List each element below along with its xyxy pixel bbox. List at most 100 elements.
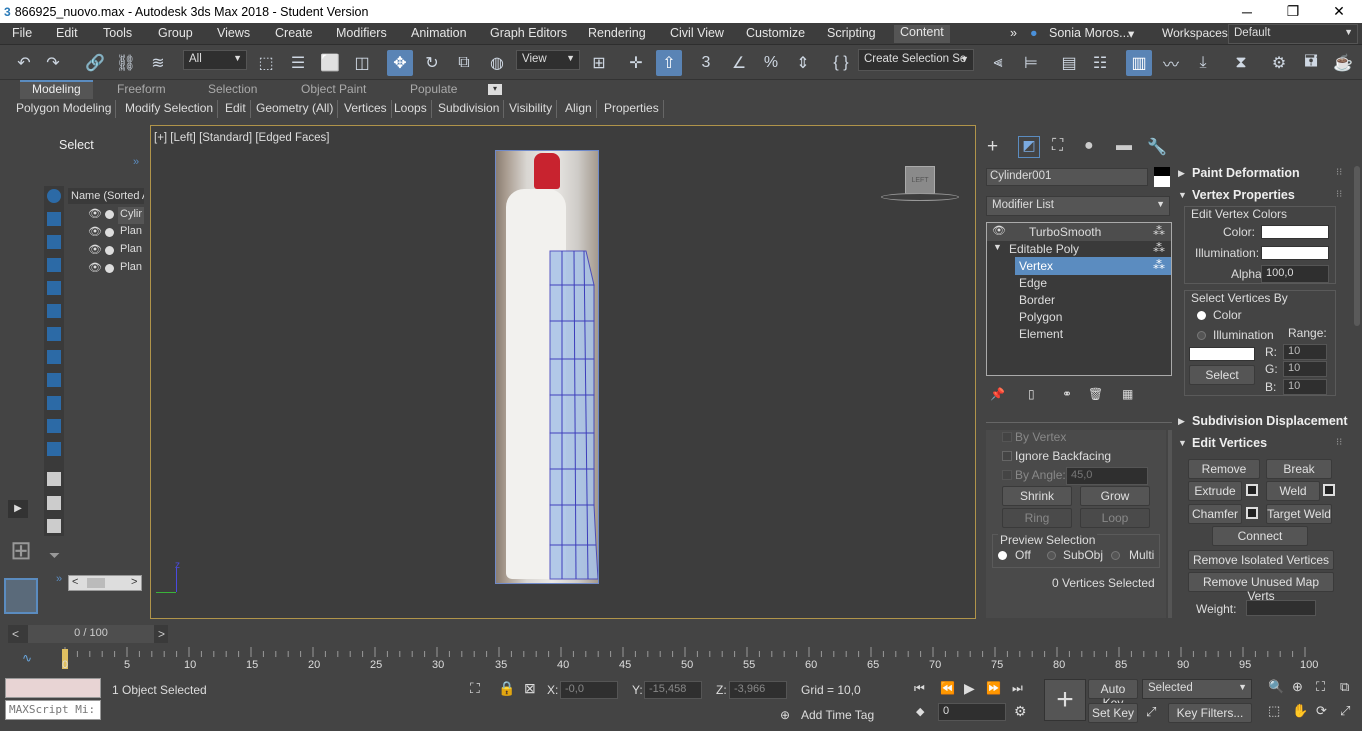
spinner-snap-icon[interactable]: ⇕ bbox=[790, 50, 816, 76]
select-and-move-icon[interactable]: ✥ bbox=[387, 50, 413, 76]
vertex-properties-collapse-icon[interactable]: ▼ bbox=[1178, 190, 1187, 200]
break-button[interactable]: Break bbox=[1266, 459, 1332, 479]
track-bar[interactable]: 0 5 10 15 20 25 30 35 40 45 50 55 60 65 … bbox=[62, 647, 1322, 673]
explorer-hscrollbar[interactable]: < > bbox=[68, 575, 142, 591]
motion-tab-icon[interactable]: ● bbox=[1084, 137, 1094, 155]
explorer-more-icon-bottom[interactable]: » bbox=[56, 573, 62, 585]
visibility-eye-icon[interactable]: 👁 bbox=[88, 243, 102, 256]
mirror-icon[interactable]: ⫷ bbox=[985, 50, 1011, 76]
scroll-right-icon[interactable]: > bbox=[131, 576, 137, 588]
maximize-button[interactable]: ❐ bbox=[1270, 0, 1316, 23]
align-icon[interactable]: ⊨ bbox=[1018, 50, 1044, 76]
weight-spinner[interactable] bbox=[1246, 600, 1316, 616]
list-item[interactable]: 👁 Plan bbox=[68, 260, 144, 278]
close-button[interactable]: ✕ bbox=[1316, 0, 1362, 23]
menu-group[interactable]: Group bbox=[158, 26, 193, 40]
b-spinner[interactable]: 10 bbox=[1283, 379, 1327, 395]
key-selection-set-dropdown[interactable]: Selected ▼ bbox=[1142, 679, 1252, 699]
time-slider-next-icon[interactable]: > bbox=[158, 627, 165, 641]
display-all-icon[interactable] bbox=[47, 472, 61, 486]
panel-scrollbar-left[interactable] bbox=[1168, 430, 1172, 618]
rollout-grip-icon[interactable]: ⁝⁝ bbox=[1336, 167, 1342, 178]
utilities-tab-icon[interactable]: 🔧 bbox=[1147, 137, 1167, 157]
target-weld-button[interactable]: Target Weld bbox=[1266, 504, 1332, 524]
zoom-extents-all-icon[interactable]: ⧉ bbox=[1340, 679, 1349, 695]
explorer-more-icon[interactable]: » bbox=[133, 156, 139, 168]
ribbon-geometry-all[interactable]: Geometry (All) bbox=[252, 100, 339, 118]
time-configuration-icon[interactable]: ⚙ bbox=[1014, 703, 1027, 720]
schematic-view-icon[interactable]: ⤓ bbox=[1190, 50, 1216, 76]
set-key-button[interactable]: Set Key bbox=[1088, 703, 1138, 723]
select-and-place-icon[interactable]: ◍ bbox=[484, 50, 510, 76]
scroll-left-icon[interactable]: < bbox=[72, 576, 78, 588]
stack-item-edge[interactable]: Edge bbox=[1019, 276, 1047, 290]
maximize-viewport-icon[interactable]: ⤢ bbox=[1340, 703, 1350, 719]
scene-explorer-toggle-icon[interactable]: ▤ bbox=[1056, 50, 1082, 76]
by-angle-checkbox[interactable] bbox=[1002, 470, 1012, 480]
bones-filter-icon[interactable] bbox=[47, 373, 61, 387]
minimize-button[interactable]: ─ bbox=[1224, 0, 1270, 23]
layer-explorer-icon[interactable]: ☷ bbox=[1087, 50, 1113, 76]
time-slider-thumb[interactable]: 0 / 100 bbox=[28, 625, 154, 643]
orbit-icon[interactable]: ⟳ bbox=[1316, 703, 1327, 719]
list-item[interactable]: 👁 Plan bbox=[68, 242, 144, 260]
time-tag-icon[interactable]: ⊕ bbox=[780, 708, 790, 722]
redo-icon[interactable]: ↷ bbox=[40, 50, 66, 76]
tab-selection[interactable]: Selection bbox=[208, 82, 257, 96]
remove-modifier-icon[interactable]: 🗑 bbox=[1088, 387, 1103, 401]
menu-content[interactable]: Content bbox=[894, 25, 950, 43]
mini-curve-editor-icon[interactable]: ∿ bbox=[22, 651, 32, 665]
play-icon[interactable]: ▶ bbox=[964, 680, 975, 697]
groups-filter-icon[interactable] bbox=[47, 327, 61, 341]
viewport-layout-selected[interactable] bbox=[4, 578, 38, 614]
zoom-icon[interactable]: 🔍 bbox=[1268, 679, 1284, 695]
selection-filter-dropdown[interactable]: All ▼ bbox=[183, 50, 247, 70]
named-selection-icon[interactable]: { } bbox=[828, 50, 854, 76]
edit-vertices-rollout[interactable]: Edit Vertices bbox=[1192, 436, 1267, 456]
viewport-label[interactable]: [+] [Left] [Standard] [Edged Faces] bbox=[154, 132, 329, 144]
display-none-icon[interactable] bbox=[47, 496, 61, 510]
ribbon-options-icon[interactable]: ▾ bbox=[488, 84, 502, 95]
ribbon-subdivision[interactable]: Subdivision bbox=[434, 100, 505, 118]
stack-options-icon[interactable]: ⁂ bbox=[1153, 258, 1165, 272]
add-time-tag[interactable]: Add Time Tag bbox=[801, 708, 874, 722]
configure-sets-icon[interactable]: ▦ bbox=[1122, 387, 1133, 401]
ribbon-loops[interactable]: Loops bbox=[390, 100, 432, 118]
viewport-layout-icon[interactable]: ⊞ bbox=[5, 535, 37, 567]
select-button[interactable]: Select bbox=[1189, 365, 1255, 385]
viewcube-ring[interactable] bbox=[881, 193, 959, 201]
ring-button[interactable]: Ring bbox=[1002, 508, 1072, 528]
menu-edit[interactable]: Edit bbox=[56, 26, 78, 40]
menu-more-icon[interactable]: » bbox=[1010, 26, 1017, 40]
xrefs-filter-icon[interactable] bbox=[47, 350, 61, 364]
menu-scripting[interactable]: Scripting bbox=[827, 26, 876, 40]
select-manipulate-icon[interactable]: ✛ bbox=[623, 50, 649, 76]
reference-image-plane[interactable] bbox=[495, 150, 599, 584]
menu-file[interactable]: File bbox=[12, 26, 32, 40]
show-end-result-icon[interactable]: ▯ bbox=[1028, 387, 1035, 401]
stack-item-vertex[interactable]: Vertex ⁂ bbox=[1015, 257, 1171, 275]
selection-lock-icon[interactable]: 🔒 bbox=[498, 680, 515, 697]
edit-vertices-collapse-icon[interactable]: ▼ bbox=[1178, 438, 1187, 448]
stack-item-border[interactable]: Border bbox=[1019, 293, 1055, 307]
angle-snap-icon[interactable]: ∠ bbox=[726, 50, 752, 76]
tab-modeling[interactable]: Modeling bbox=[20, 80, 93, 99]
stack-options-icon[interactable]: ⁂ bbox=[1153, 224, 1165, 238]
hierarchy-tab-icon[interactable]: ⛶ bbox=[1052, 137, 1063, 155]
chamfer-button[interactable]: Chamfer bbox=[1188, 504, 1242, 524]
paint-deformation-rollout[interactable]: Paint Deformation bbox=[1192, 166, 1300, 186]
reference-coordinate-dropdown[interactable]: View ▼ bbox=[516, 50, 580, 70]
ribbon-align[interactable]: Align bbox=[561, 100, 597, 118]
visibility-eye-icon[interactable]: 👁 bbox=[88, 261, 102, 274]
connect-button[interactable]: Connect bbox=[1212, 526, 1308, 546]
object-color-swatch[interactable] bbox=[1154, 167, 1170, 187]
list-item[interactable]: 👁 Plan bbox=[68, 224, 144, 242]
field-of-view-icon[interactable]: ⬚ bbox=[1268, 703, 1280, 719]
scroll-thumb[interactable] bbox=[87, 578, 105, 588]
percent-snap-icon[interactable]: % bbox=[758, 50, 784, 76]
remove-button[interactable]: Remove bbox=[1188, 459, 1260, 479]
tab-populate[interactable]: Populate bbox=[410, 82, 457, 96]
viewcube[interactable]: LEFT bbox=[905, 166, 935, 194]
pan-view-icon[interactable]: ✋ bbox=[1292, 703, 1308, 719]
go-to-end-icon[interactable]: ⏭ bbox=[1012, 681, 1023, 696]
